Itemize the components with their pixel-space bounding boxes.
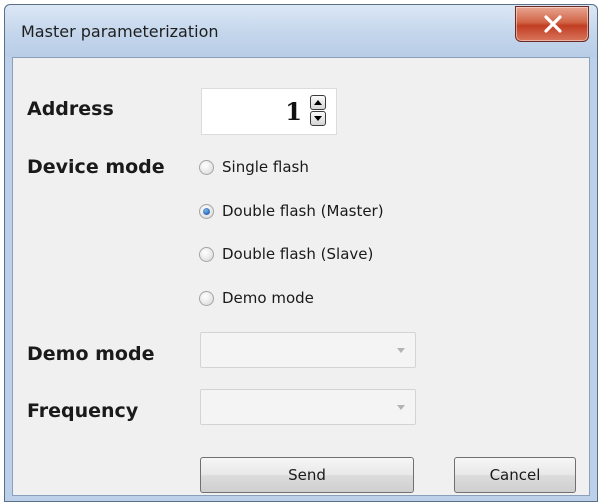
dialog-window: Master parameterization Address 1 Device… xyxy=(4,4,598,502)
radio-button-selected[interactable] xyxy=(199,204,214,219)
spin-up-button[interactable] xyxy=(310,95,326,110)
radio-button[interactable] xyxy=(199,291,214,306)
chevron-down-icon xyxy=(397,348,405,353)
radio-label[interactable]: Demo mode xyxy=(222,289,314,307)
spin-down-button[interactable] xyxy=(310,111,326,126)
title-bar[interactable]: Master parameterization xyxy=(5,5,597,57)
address-label: Address xyxy=(27,98,114,120)
dialog-body: Address 1 Device mode Single flash Doubl… xyxy=(12,57,590,496)
radio-label[interactable]: Double flash (Master) xyxy=(222,202,384,220)
send-button[interactable]: Send xyxy=(200,457,414,493)
cancel-button[interactable]: Cancel xyxy=(454,457,576,493)
arrow-down-icon xyxy=(314,116,322,121)
radio-button[interactable] xyxy=(199,160,214,175)
window-title: Master parameterization xyxy=(21,22,219,41)
demo-mode-dropdown[interactable] xyxy=(200,332,416,368)
arrow-up-icon xyxy=(314,100,322,105)
close-icon xyxy=(544,15,562,33)
radio-label[interactable]: Double flash (Slave) xyxy=(222,245,373,263)
radio-label[interactable]: Single flash xyxy=(222,158,309,176)
radio-selected-dot xyxy=(203,208,210,215)
frequency-label: Frequency xyxy=(27,400,139,422)
address-value[interactable]: 1 xyxy=(285,97,302,126)
frequency-dropdown[interactable] xyxy=(200,389,416,425)
close-button[interactable] xyxy=(515,6,589,42)
device-mode-label: Device mode xyxy=(27,156,165,178)
address-spinbox[interactable]: 1 xyxy=(201,88,337,135)
chevron-down-icon xyxy=(397,405,405,410)
radio-button[interactable] xyxy=(199,247,214,262)
demo-mode-label: Demo mode xyxy=(27,343,155,365)
